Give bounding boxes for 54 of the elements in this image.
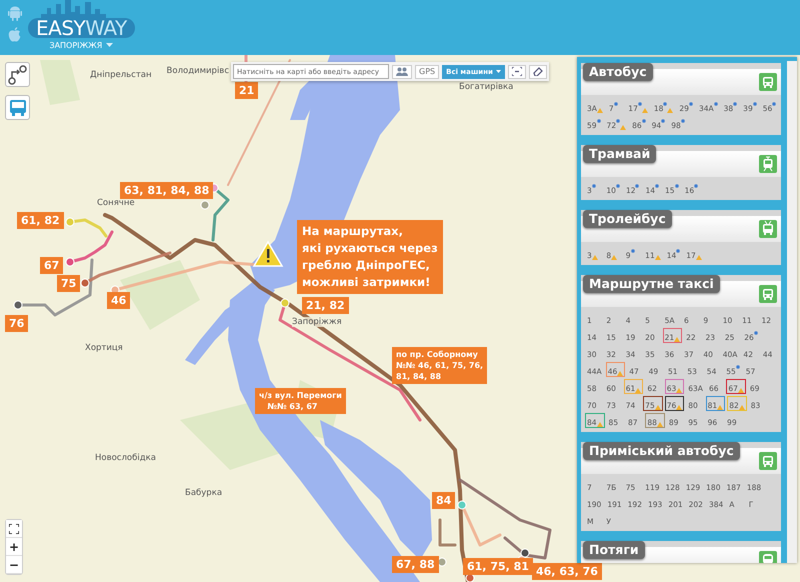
people-button[interactable]: [392, 64, 412, 78]
route-note: ч/з вул. Перемоги №№ 63, 67: [255, 388, 346, 414]
warning-message: На маршрутах, які рухаються через греблю ДніпроГЕС, можливі затримки!: [297, 220, 443, 294]
place-name: Богатирівка: [459, 82, 514, 92]
fullscreen-button[interactable]: [6, 520, 22, 538]
route-number-label[interactable]: 75: [57, 275, 80, 292]
gps-button[interactable]: GPS: [415, 64, 440, 78]
place-name: Володимирівс: [166, 66, 229, 76]
place-name: Дніпрельстан: [90, 70, 152, 80]
route-number-label[interactable]: 67: [40, 257, 64, 274]
route-number-label[interactable]: 61, 75, 81: [463, 558, 533, 575]
route-number-label[interactable]: 21: [235, 82, 258, 99]
fit-view-button[interactable]: [508, 64, 526, 78]
tram-icon: [759, 155, 777, 173]
route-number-label[interactable]: 84: [432, 492, 456, 509]
route-note: по пр. Соборному №№ 46, 61, 75, 76, 81, 84, 88: [392, 347, 488, 384]
route-icon: [8, 64, 28, 84]
route-group-title[interactable]: Автобус: [583, 63, 653, 81]
route-number-label[interactable]: 67, 88: [392, 556, 439, 573]
bus-icon: [759, 452, 777, 470]
place-name: Бабурка: [185, 488, 222, 498]
place-name: Новослобідка: [95, 453, 156, 463]
route-group-title[interactable]: Маршрутне таксі: [583, 275, 720, 293]
warning-icon: [252, 240, 284, 267]
bus-tool-button[interactable]: [5, 95, 30, 120]
route-group-title[interactable]: Трамвай: [583, 145, 656, 163]
scrollbar[interactable]: [787, 61, 797, 563]
bus-icon: [759, 285, 777, 303]
fullscreen-icon: [9, 524, 19, 534]
fit-view-icon: [512, 67, 522, 76]
people-icon: [396, 67, 408, 76]
bus-icon: [759, 73, 777, 91]
route-group-title[interactable]: Приміський автобус: [583, 442, 740, 460]
caret-icon[interactable]: [106, 43, 114, 48]
caret-icon: [496, 70, 501, 73]
route-number-label[interactable]: 46, 63, 76: [532, 563, 602, 580]
apple-icon[interactable]: [8, 27, 21, 42]
route-number-label[interactable]: 61, 82: [17, 212, 64, 229]
route-tool-button[interactable]: [5, 62, 30, 87]
place-name: Сонячне: [97, 198, 135, 208]
bus-icon: [8, 98, 28, 116]
route-group-title[interactable]: Потяги: [583, 541, 645, 559]
eraser-icon: [532, 67, 543, 76]
route-number-label[interactable]: 76: [5, 315, 28, 332]
route-group-title[interactable]: Тролейбус: [583, 210, 672, 228]
android-icon[interactable]: [8, 6, 22, 21]
route-number-label[interactable]: 46: [107, 292, 130, 309]
place-name: Запоріжжя: [292, 317, 342, 327]
route-number-label[interactable]: 63, 81, 84, 88: [120, 182, 214, 199]
bus-icon: [759, 220, 777, 238]
place-name: Хортиця: [85, 343, 123, 353]
eraser-button[interactable]: [528, 64, 547, 78]
route-number-label[interactable]: 21, 82: [302, 297, 349, 314]
logo-text[interactable]: EASYWAY: [28, 18, 135, 38]
